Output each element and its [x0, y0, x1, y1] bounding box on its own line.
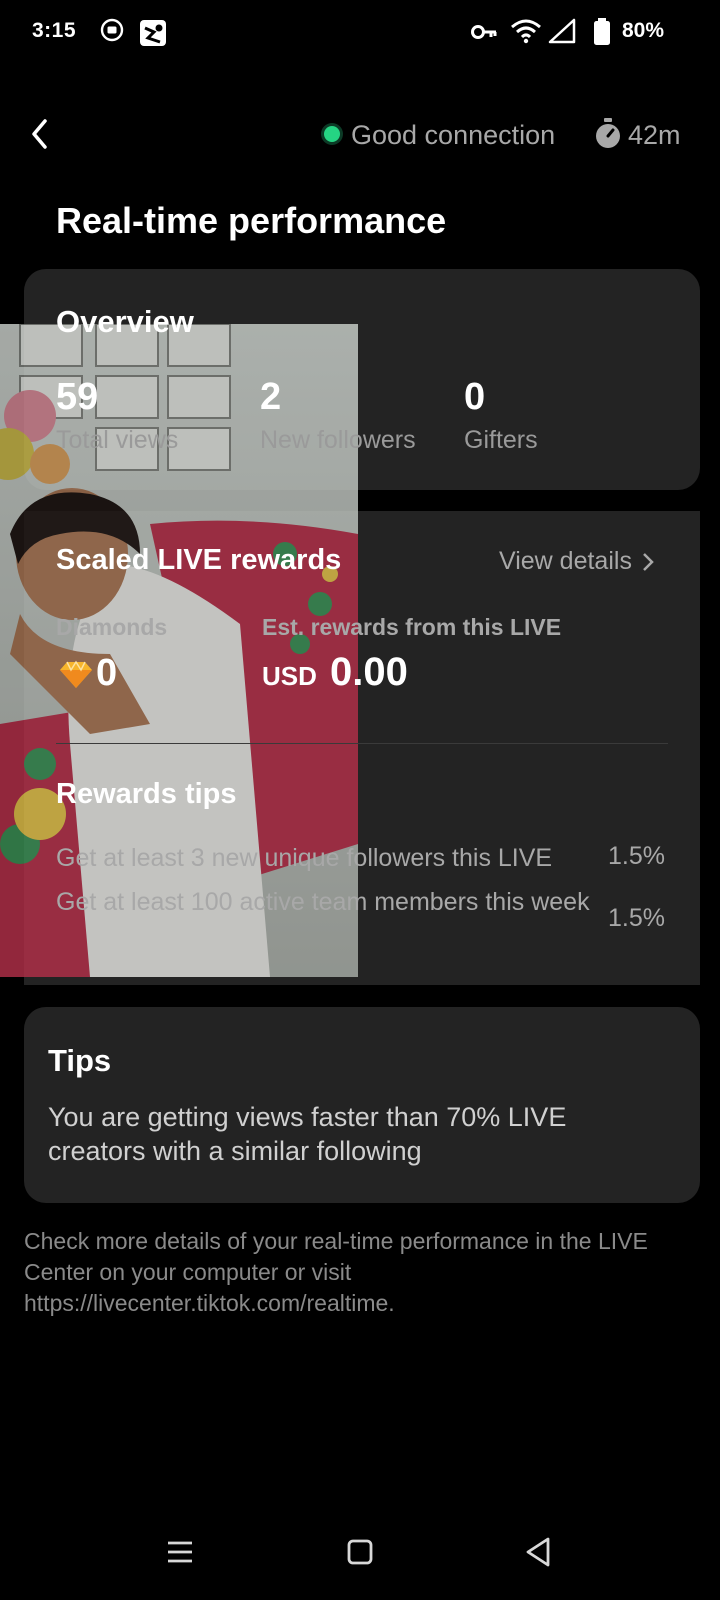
key-icon	[470, 20, 498, 49]
rewards-tip-text: Get at least 3 new unique followers this…	[56, 844, 553, 872]
diamond-icon	[58, 660, 94, 695]
app-icon	[138, 18, 168, 53]
page-title: Real-time performance	[56, 200, 447, 241]
new-followers-label: New followers	[260, 426, 416, 454]
new-followers-value: 2	[260, 376, 282, 418]
rewards-tip-text: Get at least 100 active team members thi…	[56, 888, 590, 916]
est-rewards-label: Est. rewards from this LIVE	[262, 614, 562, 640]
wifi-icon	[510, 18, 542, 49]
view-details-label: View details	[499, 547, 632, 575]
back-button[interactable]	[30, 118, 50, 155]
footer-note: Check more details of your real-time per…	[24, 1228, 648, 1316]
rewards-tips-title: Rewards tips	[56, 778, 237, 810]
gifters-value: 0	[464, 376, 486, 418]
signal-icon	[548, 18, 576, 49]
view-details-link[interactable]: View details	[499, 547, 654, 576]
total-views-value: 59	[56, 376, 99, 418]
rewards-tip-percent: 1.5%	[608, 904, 665, 932]
gifters-label: Gifters	[464, 426, 538, 454]
record-icon	[100, 18, 124, 47]
status-time: 3:15	[32, 19, 77, 42]
camera-preview	[0, 324, 358, 977]
chevron-right-icon	[643, 552, 654, 571]
stopwatch-icon	[594, 118, 622, 155]
diamonds-label: Diamonds	[56, 614, 168, 640]
total-views-label: Total views	[56, 426, 179, 454]
live-duration: 42m	[628, 120, 681, 150]
recents-button[interactable]	[166, 1540, 194, 1569]
battery-percentage: 80%	[622, 19, 665, 42]
currency-label: USD	[262, 661, 317, 691]
tips-title: Tips	[48, 1043, 112, 1078]
est-rewards-value: 0.00	[330, 650, 408, 694]
rewards-tip-percent: 1.5%	[608, 842, 665, 870]
rewards-title: Scaled LIVE rewards	[56, 544, 342, 576]
overview-title: Overview	[56, 304, 194, 339]
connection-status: Good connection	[351, 120, 556, 150]
back-nav-button[interactable]	[524, 1536, 552, 1573]
divider	[56, 743, 668, 744]
battery-icon	[593, 18, 611, 51]
diamonds-value: 0	[96, 652, 118, 694]
connection-status-dot	[324, 126, 340, 142]
tips-body: You are getting views faster than 70% LI…	[48, 1102, 567, 1166]
home-button[interactable]	[346, 1538, 374, 1571]
